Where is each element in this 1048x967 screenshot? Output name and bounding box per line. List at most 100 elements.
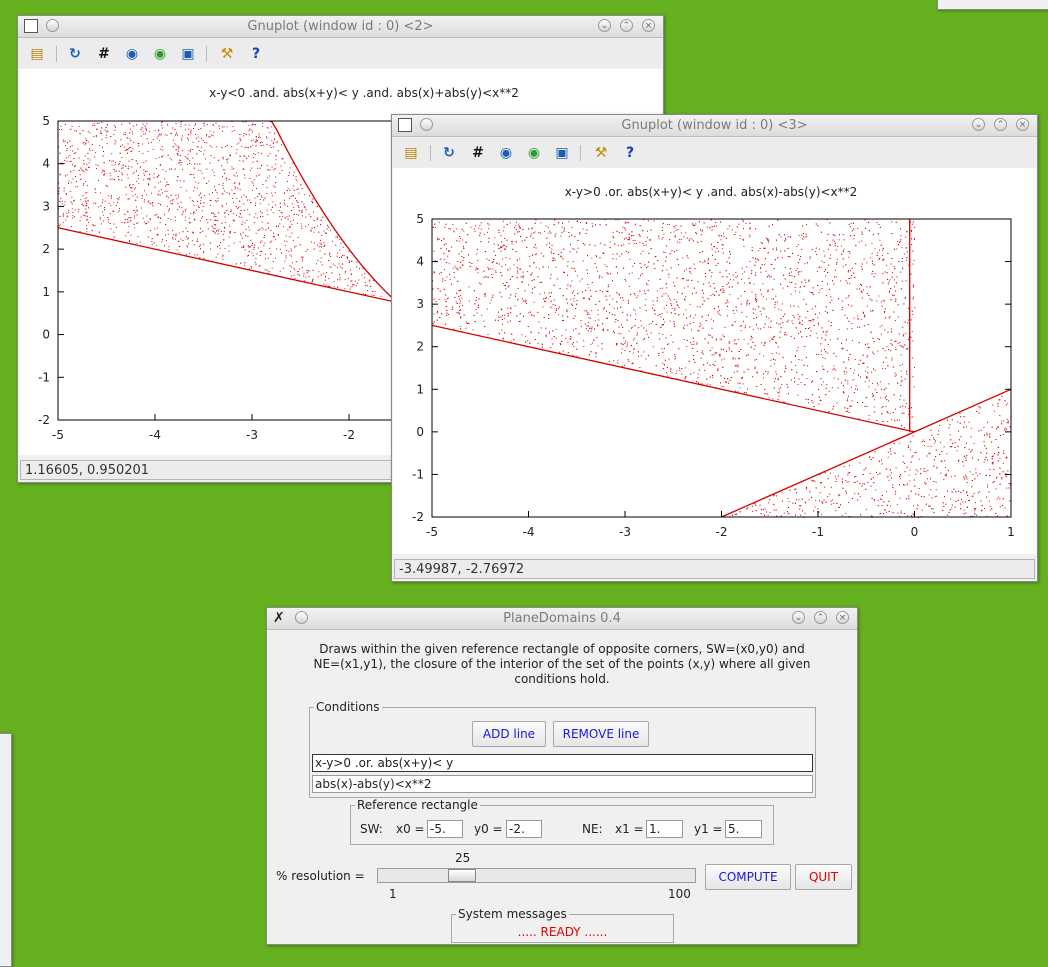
data-point (225, 217, 226, 218)
help-icon[interactable]: ? (247, 45, 265, 63)
grid-icon[interactable]: # (469, 144, 487, 162)
data-point (552, 245, 553, 246)
data-point (469, 301, 470, 302)
data-point (836, 277, 837, 278)
close-icon[interactable]: × (1016, 118, 1029, 131)
data-point (291, 196, 292, 197)
data-point (234, 193, 235, 194)
data-point (278, 226, 279, 227)
data-point (142, 198, 143, 199)
data-point (101, 139, 102, 140)
data-point (147, 138, 148, 139)
data-point (899, 443, 900, 444)
data-point (987, 484, 988, 485)
data-point (963, 490, 964, 491)
data-point (629, 361, 630, 362)
autoscale-icon[interactable]: ▣ (179, 45, 197, 63)
title-bar[interactable]: Gnuplot (window id : 0) <2> ⌄ ⌃ × (18, 16, 663, 38)
data-point (541, 253, 542, 254)
autoscale-icon[interactable]: ▣ (553, 144, 571, 162)
close-icon[interactable]: × (642, 19, 655, 32)
data-point (138, 178, 139, 179)
data-point (588, 326, 589, 327)
data-point (914, 227, 915, 228)
data-point (241, 210, 242, 211)
data-point (502, 315, 503, 316)
data-point (269, 176, 270, 177)
data-point (290, 265, 291, 266)
data-point (133, 173, 134, 174)
data-point (253, 185, 254, 186)
y-tick-label: 2 (42, 242, 50, 256)
data-point (712, 226, 713, 227)
data-point (173, 234, 174, 235)
data-point (176, 133, 177, 134)
minimize-icon[interactable]: ⌄ (972, 118, 985, 131)
plot-title: x-y>0 .or. abs(x+y)< y .and. abs(x)-abs(… (565, 185, 858, 199)
minimize-icon[interactable]: ⌄ (598, 19, 611, 32)
data-point (64, 204, 65, 205)
data-point (164, 178, 165, 179)
data-point (293, 186, 294, 187)
data-point (532, 288, 533, 289)
config-icon[interactable]: ⚒ (592, 144, 610, 162)
data-point (888, 400, 889, 401)
data-point (722, 292, 723, 293)
data-point (850, 368, 851, 369)
data-point (684, 339, 685, 340)
data-point (868, 222, 869, 223)
data-point (735, 339, 736, 340)
data-point (234, 182, 235, 183)
data-point (690, 304, 691, 305)
data-point (209, 131, 210, 132)
data-point (635, 319, 636, 320)
data-point (708, 334, 709, 335)
data-point (522, 281, 523, 282)
data-point (987, 433, 988, 434)
data-point (291, 210, 292, 211)
data-point (966, 479, 967, 480)
data-point (275, 258, 276, 259)
data-point (619, 256, 620, 257)
data-point (645, 299, 646, 300)
zoom-next-icon[interactable]: ◉ (525, 144, 543, 162)
data-point (643, 328, 644, 329)
maximize-icon[interactable]: ⌃ (620, 19, 633, 32)
zoom-next-icon[interactable]: ◉ (151, 45, 169, 63)
data-point (337, 237, 338, 238)
data-point (138, 143, 139, 144)
replot-icon[interactable]: ↻ (440, 144, 458, 162)
data-point (236, 206, 237, 207)
data-point (872, 271, 873, 272)
data-point (239, 183, 240, 184)
config-icon[interactable]: ⚒ (218, 45, 236, 63)
data-point (666, 283, 667, 284)
data-point (302, 210, 303, 211)
data-point (302, 267, 303, 268)
data-point (798, 384, 799, 385)
data-point (145, 171, 146, 172)
data-point (738, 339, 739, 340)
data-point (71, 226, 72, 227)
data-point (301, 226, 302, 227)
data-point (775, 296, 776, 297)
zoom-prev-icon[interactable]: ◉ (497, 144, 515, 162)
data-point (821, 378, 822, 379)
copy-to-clipboard-icon[interactable]: ▤ (28, 45, 46, 63)
help-icon[interactable]: ? (621, 144, 639, 162)
plot-area[interactable]: x-y>0 .or. abs(x+y)< y .and. abs(x)-abs(… (393, 168, 1036, 554)
data-point (781, 384, 782, 385)
data-point (267, 127, 268, 128)
copy-to-clipboard-icon[interactable]: ▤ (402, 144, 420, 162)
zoom-prev-icon[interactable]: ◉ (123, 45, 141, 63)
title-bar[interactable]: Gnuplot (window id : 0) <3> ⌄ ⌃ × (392, 115, 1037, 137)
data-point (749, 235, 750, 236)
data-point (541, 282, 542, 283)
maximize-icon[interactable]: ⌃ (994, 118, 1007, 131)
data-point (90, 217, 91, 218)
data-point (764, 393, 765, 394)
data-point (299, 210, 300, 211)
replot-icon[interactable]: ↻ (66, 45, 84, 63)
data-point (588, 298, 589, 299)
grid-icon[interactable]: # (95, 45, 113, 63)
